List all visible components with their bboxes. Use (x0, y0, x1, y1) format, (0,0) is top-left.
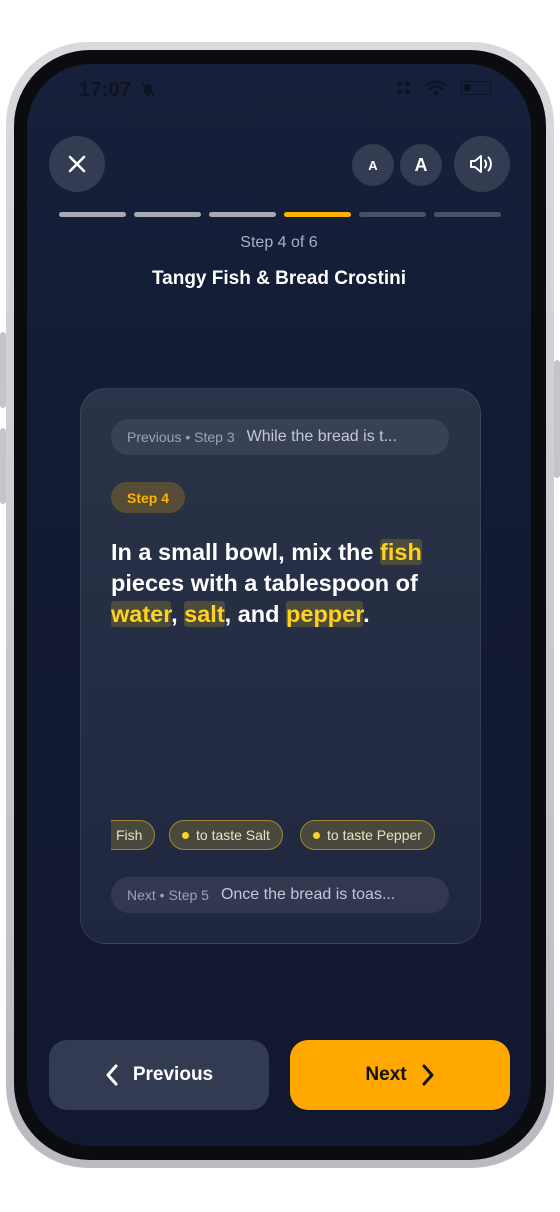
progress-segment (209, 212, 276, 217)
progress-segment (59, 212, 126, 217)
progress-segment (434, 212, 501, 217)
previous-button-label: Previous (132, 1064, 214, 1085)
ingredient-highlight: water (111, 601, 172, 627)
next-button[interactable]: Next (290, 1040, 510, 1110)
step-progress-bar (59, 212, 501, 217)
previous-button[interactable]: Previous (49, 1040, 269, 1110)
next-step-text: Once the bread is toas... (220, 886, 396, 903)
close-button[interactable] (49, 136, 105, 192)
instruction-text: pieces with a tablespoon of (111, 570, 418, 596)
instruction-text: In a small bowl, mix the (111, 539, 381, 565)
step-counter: Step 4 of 6 (240, 234, 318, 251)
previous-step-preview[interactable]: Previous • Step 3 While the bread is t..… (111, 419, 449, 455)
status-time: 17:07 (79, 79, 132, 101)
bullet-dot-icon (182, 831, 189, 839)
current-step-badge: Step 4 (111, 482, 186, 513)
volume-down-button (0, 428, 6, 504)
progress-segment (359, 212, 426, 217)
decrease-font-button[interactable]: A (352, 144, 394, 186)
previous-step-meta: Previous • Step 3 (127, 429, 235, 445)
step-card: Previous • Step 3 While the bread is t..… (80, 388, 481, 944)
power-button (554, 360, 560, 478)
read-aloud-button[interactable] (454, 136, 510, 192)
ingredient-chip[interactable]: Fish (111, 820, 156, 850)
volume-up-button (0, 332, 6, 408)
ingredient-highlight: fish (380, 539, 422, 565)
ingredient-chip-label: to taste Salt (196, 827, 270, 843)
progress-segment-current (284, 212, 351, 217)
next-step-preview[interactable]: Next • Step 5 Once the bread is toas... (111, 877, 449, 913)
app-screen: 17:07 A A Step 4 of 6 Tangy Fish & Bread… (27, 64, 531, 1146)
bullet-dot-icon (313, 831, 320, 839)
speaker-icon (470, 155, 492, 173)
chevron-right-icon (422, 1064, 434, 1086)
silent-bell-icon (141, 83, 155, 97)
status-icons (397, 80, 491, 96)
previous-step-text: While the bread is t... (246, 428, 397, 445)
wifi-icon (425, 80, 447, 96)
chevron-left-icon (106, 1064, 118, 1086)
next-step-meta: Next • Step 5 (127, 887, 209, 903)
battery-icon (461, 81, 491, 95)
ingredient-highlight: pepper (286, 601, 364, 627)
ingredient-chip-label: to taste Pepper (327, 827, 422, 843)
ingredient-chips: Fish to taste Salt to taste Pepper (111, 820, 449, 854)
instruction-text: . (363, 601, 370, 627)
step-instruction: In a small bowl, mix the fish pieces wit… (111, 537, 451, 630)
progress-segment (134, 212, 201, 217)
close-icon (68, 155, 86, 173)
instruction-text: , (171, 601, 185, 627)
ingredient-chip[interactable]: to taste Salt (169, 820, 283, 850)
ingredient-chip[interactable]: to taste Pepper (300, 820, 435, 850)
instruction-text: , and (224, 601, 287, 627)
cellular-icon (397, 81, 411, 95)
next-button-label: Next (365, 1064, 407, 1085)
increase-font-button[interactable]: A (400, 144, 442, 186)
ingredient-chip-label: Fish (116, 827, 143, 843)
ingredient-highlight: salt (184, 601, 225, 627)
recipe-title: Tangy Fish & Bread Crostini (151, 268, 407, 289)
